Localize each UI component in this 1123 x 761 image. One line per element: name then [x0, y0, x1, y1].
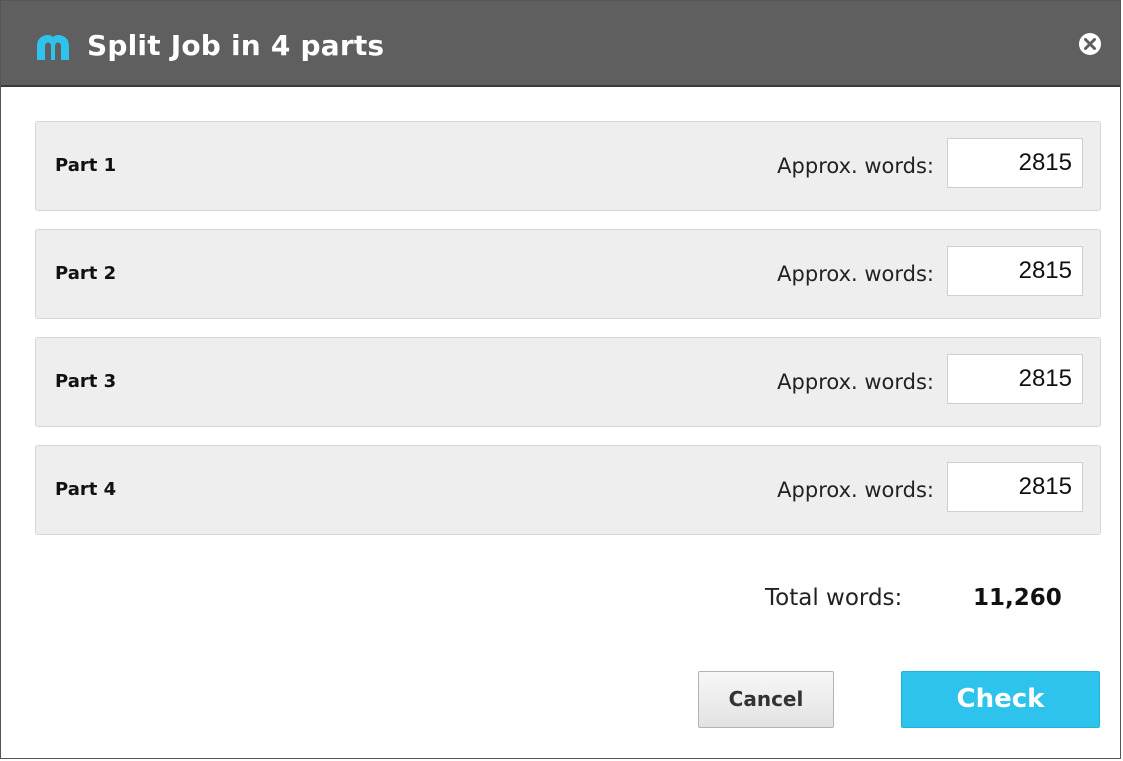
approx-words-label: Approx. words:	[777, 154, 934, 178]
approx-words-label: Approx. words:	[777, 370, 934, 394]
check-button[interactable]: Check	[901, 671, 1100, 728]
part-3-words-input[interactable]	[947, 354, 1083, 404]
part-label: Part 1	[55, 155, 117, 176]
dialog-content: Part 1 Approx. words: Part 2 Approx. wor…	[1, 87, 1120, 758]
part-row-4: Part 4 Approx. words:	[35, 445, 1101, 535]
part-label: Part 4	[55, 479, 117, 500]
part-row-1: Part 1 Approx. words:	[35, 121, 1101, 211]
approx-words-label: Approx. words:	[777, 478, 934, 502]
memsource-logo-icon	[37, 35, 69, 60]
split-job-dialog: Split Job in 4 parts Part 1 Approx. word…	[0, 0, 1121, 759]
dialog-titlebar: Split Job in 4 parts	[1, 1, 1120, 87]
total-words-value: 11,260	[973, 585, 1062, 611]
close-icon[interactable]	[1078, 32, 1102, 56]
cancel-button[interactable]: Cancel	[698, 671, 834, 728]
part-4-words-input[interactable]	[947, 462, 1083, 512]
part-row-3: Part 3 Approx. words:	[35, 337, 1101, 427]
part-row-2: Part 2 Approx. words:	[35, 229, 1101, 319]
part-label: Part 2	[55, 263, 117, 284]
dialog-title: Split Job in 4 parts	[87, 29, 385, 62]
part-label: Part 3	[55, 371, 117, 392]
total-words-label: Total words:	[765, 585, 903, 611]
part-1-words-input[interactable]	[947, 138, 1083, 188]
approx-words-label: Approx. words:	[777, 262, 934, 286]
part-2-words-input[interactable]	[947, 246, 1083, 296]
